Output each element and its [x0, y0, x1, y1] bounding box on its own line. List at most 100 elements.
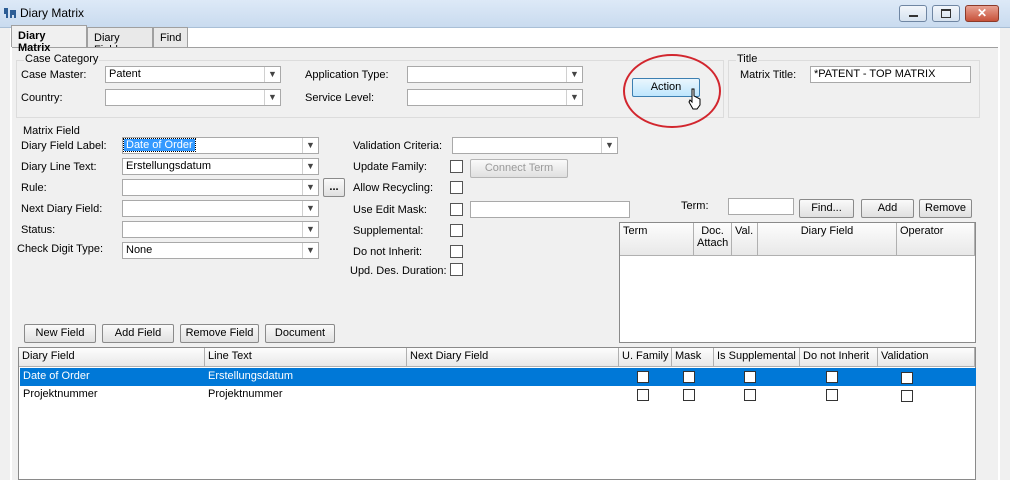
chevron-down-icon[interactable]: ▼ [302, 201, 318, 216]
chevron-down-icon[interactable]: ▼ [302, 159, 318, 174]
highlight-circle [623, 54, 721, 128]
grid-col-validation[interactable]: Validation [878, 348, 975, 367]
row-u-family-checkbox[interactable] [637, 371, 649, 383]
validation-criteria-select[interactable]: ▼ [452, 137, 618, 154]
new-field-button[interactable]: New Field [24, 324, 96, 343]
row-u-family-checkbox[interactable] [637, 389, 649, 401]
check-digit-type-label: Check Digit Type: [17, 243, 104, 255]
diary-field-grid[interactable]: Diary Field Line Text Next Diary Field U… [18, 347, 976, 480]
grid-col-line-text[interactable]: Line Text [205, 348, 407, 367]
chevron-down-icon[interactable]: ▼ [302, 222, 318, 237]
table-row[interactable]: Projektnummer Projektnummer [20, 386, 976, 404]
allow-recycling-checkbox[interactable] [450, 181, 463, 194]
term-col-diary-field[interactable]: Diary Field [758, 223, 897, 256]
term-col-operator[interactable]: Operator [897, 223, 975, 256]
app-icon [4, 8, 16, 18]
check-digit-type-value: None [126, 244, 153, 256]
row-mask-checkbox[interactable] [683, 389, 695, 401]
grid-col-do-not-inherit[interactable]: Do not Inherit [800, 348, 878, 367]
supplemental-label: Supplemental: [353, 225, 424, 237]
supplemental-checkbox[interactable] [450, 224, 463, 237]
window-title: Diary Matrix [20, 6, 85, 20]
title-bar: Diary Matrix ✕ [0, 0, 1010, 28]
row-validation-checkbox[interactable] [901, 372, 913, 384]
term-col-term[interactable]: Term [620, 223, 694, 256]
term-input[interactable] [728, 198, 794, 215]
application-type-label: Application Type: [305, 69, 389, 81]
term-remove-button[interactable]: Remove [919, 199, 972, 218]
row-diary-field: Date of Order [23, 370, 90, 382]
update-family-checkbox[interactable] [450, 160, 463, 173]
grid-col-u-family[interactable]: U. Family [619, 348, 672, 367]
row-do-not-inherit-checkbox[interactable] [826, 389, 838, 401]
remove-field-button[interactable]: Remove Field [180, 324, 259, 343]
chevron-down-icon[interactable]: ▼ [566, 67, 582, 82]
country-label: Country: [21, 92, 63, 104]
term-find-button[interactable]: Find... [799, 199, 854, 218]
check-digit-type-select[interactable]: None ▼ [122, 242, 319, 259]
row-is-supplemental-checkbox[interactable] [744, 389, 756, 401]
chevron-down-icon[interactable]: ▼ [264, 67, 280, 82]
grid-col-is-supplemental[interactable]: Is Supplemental [714, 348, 800, 367]
case-category-label: Case Category [24, 53, 100, 65]
row-diary-field: Projektnummer [23, 388, 98, 400]
matrix-title-input[interactable]: *PATENT - TOP MATRIX [810, 66, 971, 83]
status-select[interactable]: ▼ [122, 221, 319, 238]
application-type-select[interactable]: ▼ [407, 66, 583, 83]
maximize-button[interactable] [932, 5, 960, 22]
table-row[interactable]: Date of Order Erstellungsdatum [20, 368, 976, 386]
grid-col-diary-field[interactable]: Diary Field [19, 348, 205, 367]
chevron-down-icon[interactable]: ▼ [566, 90, 582, 105]
document-button[interactable]: Document [265, 324, 335, 343]
minimize-icon [909, 15, 918, 17]
rule-browse-button[interactable]: ... [323, 178, 345, 197]
close-button[interactable]: ✕ [965, 5, 999, 22]
service-level-select[interactable]: ▼ [407, 89, 583, 106]
close-icon: ✕ [976, 6, 988, 20]
connect-term-button[interactable]: Connect Term [470, 159, 568, 178]
case-master-label: Case Master: [21, 69, 87, 81]
row-do-not-inherit-checkbox[interactable] [826, 371, 838, 383]
grid-col-mask[interactable]: Mask [672, 348, 714, 367]
validation-criteria-label: Validation Criteria: [353, 140, 443, 152]
grid-col-next-diary-field[interactable]: Next Diary Field [407, 348, 619, 367]
chevron-down-icon[interactable]: ▼ [601, 138, 617, 153]
chevron-down-icon[interactable]: ▼ [264, 90, 280, 105]
add-field-button[interactable]: Add Field [102, 324, 174, 343]
tab-diary-matrix[interactable]: Diary Matrix [11, 25, 87, 54]
update-family-label: Update Family: [353, 161, 427, 173]
chevron-down-icon[interactable]: ▼ [302, 243, 318, 258]
next-diary-field-select[interactable]: ▼ [122, 200, 319, 217]
row-line-text: Erstellungsdatum [208, 370, 293, 382]
case-master-value: Patent [109, 68, 141, 80]
next-diary-field-label: Next Diary Field: [21, 203, 103, 215]
maximize-icon [941, 9, 951, 18]
term-grid[interactable]: Term Doc. Attach Val. Diary Field Operat… [619, 222, 976, 343]
diary-field-label-select[interactable]: Date of Order ▼ [122, 137, 319, 154]
country-select[interactable]: ▼ [105, 89, 281, 106]
do-not-inherit-checkbox[interactable] [450, 245, 463, 258]
case-master-select[interactable]: Patent ▼ [105, 66, 281, 83]
allow-recycling-label: Allow Recycling: [353, 182, 434, 194]
term-label: Term: [681, 200, 709, 212]
use-edit-mask-checkbox[interactable] [450, 203, 463, 216]
term-col-val[interactable]: Val. [732, 223, 758, 256]
row-mask-checkbox[interactable] [683, 371, 695, 383]
chevron-down-icon[interactable]: ▼ [302, 138, 318, 153]
upd-des-duration-checkbox[interactable] [450, 263, 463, 276]
mouse-cursor-icon [688, 88, 701, 110]
row-is-supplemental-checkbox[interactable] [744, 371, 756, 383]
row-validation-checkbox[interactable] [901, 390, 913, 402]
minimize-button[interactable] [899, 5, 927, 22]
tab-find[interactable]: Find [153, 27, 188, 48]
term-add-button[interactable]: Add [861, 199, 914, 218]
rule-select[interactable]: ▼ [122, 179, 319, 196]
edit-mask-input[interactable] [470, 201, 630, 218]
tab-diary-field[interactable]: Diary Field [87, 27, 153, 56]
chevron-down-icon[interactable]: ▼ [302, 180, 318, 195]
diary-field-label-value: Date of Order [123, 138, 196, 152]
service-level-label: Service Level: [305, 92, 375, 104]
term-col-doc-attach[interactable]: Doc. Attach [694, 223, 732, 256]
row-line-text: Projektnummer [208, 388, 283, 400]
diary-line-text-select[interactable]: Erstellungsdatum ▼ [122, 158, 319, 175]
